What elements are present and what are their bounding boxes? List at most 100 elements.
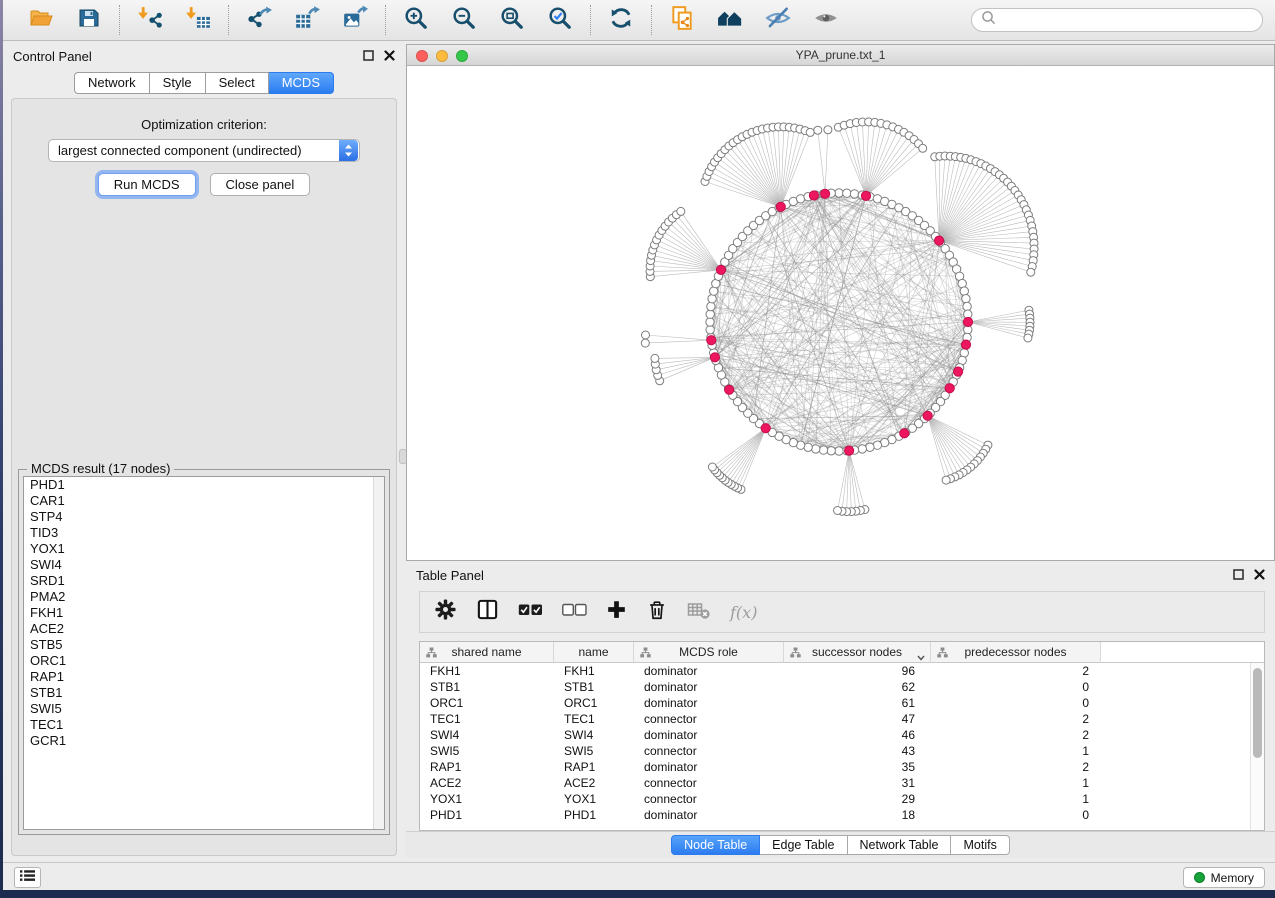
network-hub-node[interactable] — [716, 265, 725, 274]
hide-selected-button[interactable] — [761, 4, 795, 36]
network-satellite-node[interactable] — [642, 331, 650, 339]
network-satellite-node[interactable] — [708, 463, 716, 471]
select-all-rows-button[interactable] — [518, 603, 543, 622]
table-row[interactable]: RAP1RAP1dominator352 — [420, 759, 1264, 775]
tab-network[interactable]: Network — [74, 72, 150, 94]
table-cell[interactable]: PHD1 — [554, 807, 634, 823]
list-item[interactable]: PHD1 — [24, 477, 384, 493]
table-cell[interactable]: FKH1 — [420, 663, 554, 679]
column-header-successor-nodes[interactable]: successor nodes — [784, 642, 931, 663]
network-node[interactable] — [963, 302, 971, 310]
network-hub-node[interactable] — [725, 385, 734, 394]
list-item[interactable]: RAP1 — [24, 669, 384, 685]
table-cell[interactable] — [1101, 679, 1264, 695]
clone-network-button[interactable] — [665, 4, 699, 36]
network-node[interactable] — [706, 310, 714, 318]
network-hub-node[interactable] — [809, 191, 818, 200]
table-cell[interactable] — [1101, 695, 1264, 711]
table-cell[interactable]: dominator — [634, 807, 784, 823]
network-satellite-node[interactable] — [641, 339, 649, 347]
network-node[interactable] — [962, 295, 970, 303]
tab-select[interactable]: Select — [206, 72, 269, 94]
column-header-predecessor-nodes[interactable]: predecessor nodes — [931, 642, 1101, 663]
table-cell[interactable]: 2 — [931, 711, 1101, 727]
table-cell[interactable]: ORC1 — [554, 695, 634, 711]
table-cell[interactable]: TEC1 — [554, 711, 634, 727]
network-hub-node[interactable] — [776, 202, 785, 211]
table-cell[interactable]: SWI4 — [554, 727, 634, 743]
table-cell[interactable]: 61 — [784, 695, 931, 711]
import-network-button[interactable] — [133, 4, 167, 36]
table-cell[interactable]: ACE2 — [420, 775, 554, 791]
table-cell[interactable]: SWI5 — [554, 743, 634, 759]
list-item[interactable]: SWI4 — [24, 557, 384, 573]
show-columns-button[interactable] — [476, 598, 499, 626]
network-node[interactable] — [819, 446, 827, 454]
table-cell[interactable]: STB1 — [554, 679, 634, 695]
network-canvas[interactable] — [407, 66, 1274, 560]
list-item[interactable]: GCR1 — [24, 733, 384, 749]
list-item[interactable]: TID3 — [24, 525, 384, 541]
network-satellite-node[interactable] — [834, 507, 842, 515]
table-cell[interactable]: 62 — [784, 679, 931, 695]
network-satellite-node[interactable] — [814, 126, 822, 134]
export-image-button[interactable] — [338, 4, 372, 36]
table-cell[interactable]: FKH1 — [554, 663, 634, 679]
list-item[interactable]: ACE2 — [24, 621, 384, 637]
close-window-icon[interactable] — [416, 50, 428, 62]
network-hub-node[interactable] — [845, 446, 854, 455]
table-row[interactable]: YOX1YOX1connector291 — [420, 791, 1264, 807]
table-cell[interactable]: 0 — [931, 679, 1101, 695]
close-panel-icon[interactable] — [384, 49, 395, 64]
network-node[interactable] — [866, 443, 874, 451]
list-item[interactable]: ORC1 — [24, 653, 384, 669]
network-node[interactable] — [706, 318, 714, 326]
network-node[interactable] — [707, 302, 715, 310]
table-cell[interactable]: 2 — [931, 663, 1101, 679]
table-cell[interactable]: dominator — [634, 759, 784, 775]
table-cell[interactable]: 1 — [931, 791, 1101, 807]
table-cell[interactable] — [1101, 743, 1264, 759]
table-row[interactable]: FKH1FKH1dominator962 — [420, 663, 1264, 679]
float-panel-icon[interactable] — [1233, 568, 1244, 583]
list-item[interactable]: SWI5 — [24, 701, 384, 717]
table-cell[interactable]: 0 — [931, 695, 1101, 711]
network-hub-node[interactable] — [935, 236, 944, 245]
table-row[interactable]: ORC1ORC1dominator610 — [420, 695, 1264, 711]
table-cell[interactable]: ACE2 — [554, 775, 634, 791]
refresh-view-button[interactable] — [604, 4, 638, 36]
table-cell[interactable]: 29 — [784, 791, 931, 807]
tab-node-table[interactable]: Node Table — [671, 835, 760, 855]
zoom-out-button[interactable] — [447, 4, 481, 36]
network-node[interactable] — [850, 190, 858, 198]
network-hub-node[interactable] — [900, 429, 909, 438]
network-node[interactable] — [708, 295, 716, 303]
list-item[interactable]: FKH1 — [24, 605, 384, 621]
table-cell[interactable]: RAP1 — [554, 759, 634, 775]
table-cell[interactable]: 2 — [931, 759, 1101, 775]
table-cell[interactable]: connector — [634, 711, 784, 727]
table-scrollbar-thumb[interactable] — [1253, 668, 1262, 758]
table-cell[interactable]: PHD1 — [420, 807, 554, 823]
table-row[interactable]: SWI4SWI4dominator462 — [420, 727, 1264, 743]
tab-network-table[interactable]: Network Table — [848, 835, 952, 855]
table-cell[interactable]: dominator — [634, 695, 784, 711]
table-cell[interactable]: dominator — [634, 679, 784, 695]
table-cell[interactable]: YOX1 — [554, 791, 634, 807]
list-item[interactable]: TEC1 — [24, 717, 384, 733]
memory-button[interactable]: Memory — [1183, 867, 1265, 888]
show-task-history-button[interactable] — [14, 867, 41, 888]
table-row[interactable]: SWI5SWI5connector431 — [420, 743, 1264, 759]
column-header-shared-name[interactable]: shared name — [420, 642, 554, 663]
minimize-window-icon[interactable] — [436, 50, 448, 62]
import-table-button[interactable] — [181, 4, 215, 36]
table-cell[interactable]: 46 — [784, 727, 931, 743]
list-scrollbar[interactable] — [373, 477, 384, 829]
table-cell[interactable]: SWI4 — [420, 727, 554, 743]
tab-edge-table[interactable]: Edge Table — [760, 835, 847, 855]
network-satellite-node[interactable] — [942, 476, 950, 484]
tab-mcds[interactable]: MCDS — [269, 72, 334, 94]
open-file-button[interactable] — [24, 4, 58, 36]
network-hub-node[interactable] — [963, 317, 972, 326]
table-cell[interactable]: 47 — [784, 711, 931, 727]
